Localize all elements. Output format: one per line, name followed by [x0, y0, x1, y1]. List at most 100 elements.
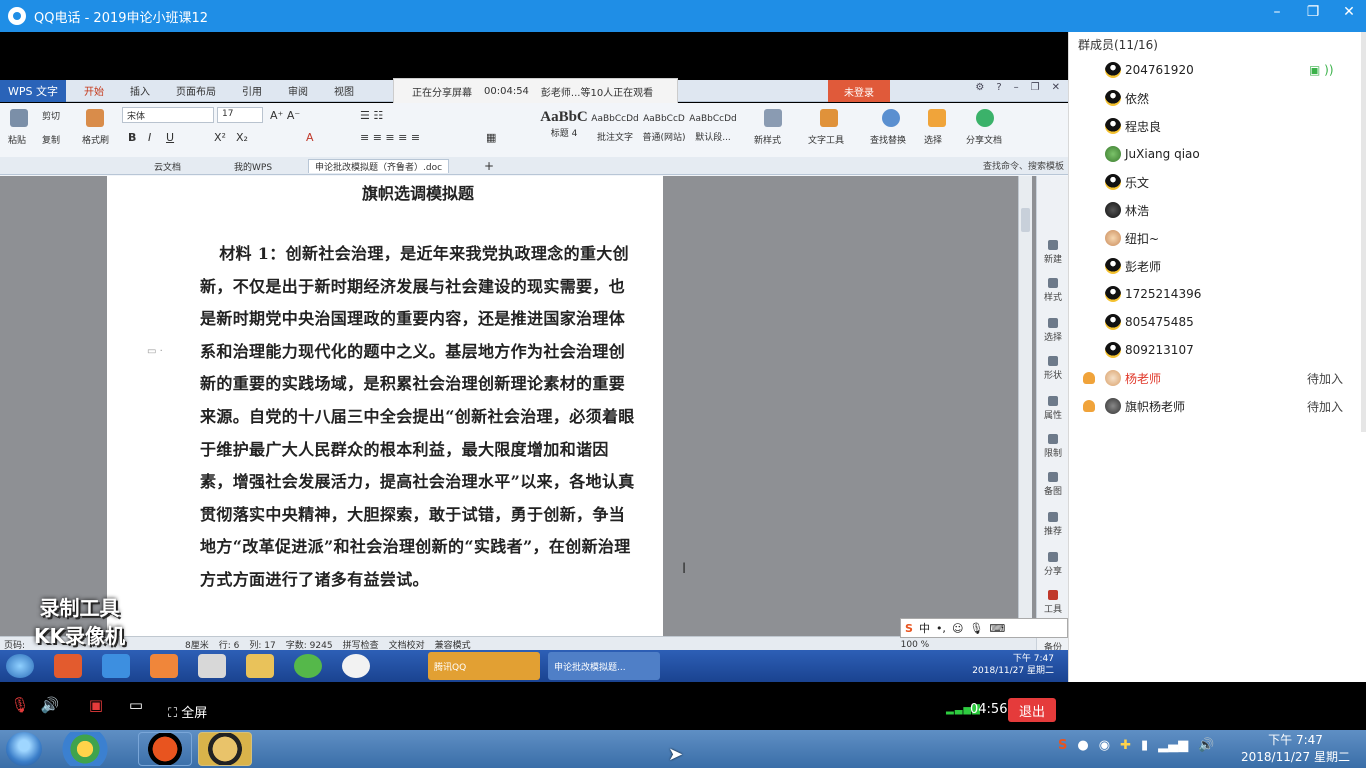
style-web[interactable]: AaBbCcD 普通(网站): [640, 109, 688, 149]
style-comment[interactable]: AaBbCcDd 批注文字: [590, 109, 640, 149]
share-doc-button[interactable]: 分享文档: [966, 133, 1002, 146]
style-heading4[interactable]: AaBbC 标题 4: [538, 109, 590, 149]
member-row[interactable]: 204761920 ▣ )): [1069, 56, 1366, 84]
cut-button[interactable]: 剪切: [42, 109, 60, 122]
taskbar-app-icon[interactable]: [58, 732, 112, 766]
tab-current-doc[interactable]: 申论批改模拟题（齐鲁者）.doc: [308, 159, 450, 173]
tray-app-icon[interactable]: ●: [1077, 738, 1088, 753]
taskbar-qq-call-icon[interactable]: [198, 732, 252, 766]
font-color-icon[interactable]: A: [306, 131, 314, 144]
member-row-waiting[interactable]: 杨老师 待加入: [1069, 364, 1366, 392]
sogou-tray-icon[interactable]: S: [1058, 738, 1067, 753]
bold-icon[interactable]: B: [128, 131, 136, 144]
member-row-waiting[interactable]: 旗帜杨老师 待加入: [1069, 392, 1366, 420]
subscript-icon[interactable]: X₂: [236, 131, 248, 144]
speaker-icon[interactable]: 🔊: [40, 696, 60, 716]
member-panel-scrollbar[interactable]: [1361, 32, 1366, 432]
tool-shape[interactable]: 形状: [1037, 356, 1068, 381]
status-zoom[interactable]: 100 %: [901, 640, 930, 650]
wps-close-icon[interactable]: ✕: [1052, 82, 1060, 93]
sogou-ime-icon[interactable]: S: [905, 622, 913, 635]
volume-tray-icon[interactable]: 🔊: [1198, 738, 1214, 753]
text-tools-icon[interactable]: [820, 109, 838, 127]
select-button[interactable]: 选择: [924, 133, 942, 146]
shading-icon[interactable]: ▦: [486, 131, 496, 144]
command-search[interactable]: 查找命令、搜索模板: [983, 159, 1064, 172]
list-icon[interactable]: ☰ ☷: [360, 109, 383, 122]
new-style-icon[interactable]: [764, 109, 782, 127]
text-tools-button[interactable]: 文字工具: [808, 133, 844, 146]
member-row[interactable]: 1725214396: [1069, 280, 1366, 308]
grow-font-icon[interactable]: A⁺ A⁻: [270, 109, 300, 122]
ime-punct-icon[interactable]: •,: [936, 622, 946, 635]
underline-icon[interactable]: U: [166, 131, 174, 144]
paste-icon[interactable]: [10, 109, 28, 127]
minimize-icon[interactable]: –: [1266, 4, 1288, 20]
qq-tray-icon[interactable]: ◉: [1099, 738, 1110, 753]
member-row[interactable]: 809213107: [1069, 336, 1366, 364]
tool-property[interactable]: 属性: [1037, 396, 1068, 421]
settings-icon[interactable]: ⚙: [975, 82, 984, 93]
font-name-select[interactable]: 宋体: [122, 107, 214, 123]
help-icon[interactable]: ?: [996, 82, 1001, 93]
document-page[interactable]: 旗帜选调模拟题 ▭ · 材料 1：创新社会治理，是近年来我党执政理念的重大创新，…: [107, 176, 663, 636]
superscript-icon[interactable]: X²: [214, 131, 226, 144]
tool-share[interactable]: 分享: [1037, 552, 1068, 577]
maximize-icon[interactable]: ❐: [1302, 4, 1324, 20]
menu-layout[interactable]: 页面布局: [176, 83, 216, 98]
share-doc-icon[interactable]: [976, 109, 994, 127]
camera-off-icon[interactable]: ▣: [86, 696, 106, 716]
member-row[interactable]: JuXiang qiao: [1069, 140, 1366, 168]
tool-recommend[interactable]: 推荐: [1037, 512, 1068, 537]
member-row[interactable]: 乐文: [1069, 168, 1366, 196]
fullscreen-button[interactable]: ⛶ 全屏: [168, 702, 207, 721]
find-replace-icon[interactable]: [882, 109, 900, 127]
select-icon[interactable]: [928, 109, 946, 127]
network-tray-icon[interactable]: ▂▄▆: [1158, 738, 1188, 753]
menu-home[interactable]: 开始: [84, 83, 104, 98]
ime-keyboard-icon[interactable]: ⌨: [989, 622, 1005, 635]
ime-language[interactable]: 中: [919, 620, 930, 636]
tool-restrict[interactable]: 限制: [1037, 434, 1068, 459]
wps-app-button[interactable]: WPS 文字: [0, 79, 66, 102]
new-tab-icon[interactable]: +: [478, 159, 500, 173]
member-row[interactable]: 805475485: [1069, 308, 1366, 336]
wps-restore-icon[interactable]: ❐: [1031, 82, 1040, 93]
member-row[interactable]: 林浩: [1069, 196, 1366, 224]
mic-muted-icon[interactable]: 🎙: [10, 696, 30, 716]
tab-my-wps[interactable]: 我的WPS: [228, 159, 278, 173]
align-icons[interactable]: ≡ ≡ ≡ ≡ ≡: [360, 131, 420, 144]
screen-share-icon[interactable]: ▭: [126, 696, 146, 716]
member-row[interactable]: 彭老师: [1069, 252, 1366, 280]
new-style-button[interactable]: 新样式: [754, 133, 781, 146]
member-row[interactable]: 纽扣~: [1069, 224, 1366, 252]
taskbar-clock[interactable]: 下午 7:47 2018/11/27 星期二: [1241, 732, 1350, 766]
tool-select[interactable]: 选择: [1037, 318, 1068, 343]
start-button-icon[interactable]: [6, 732, 42, 766]
member-row[interactable]: 依然: [1069, 84, 1366, 112]
menu-review[interactable]: 审阅: [288, 83, 308, 98]
taskbar-recorder-icon[interactable]: [138, 732, 192, 766]
find-replace-button[interactable]: 查找替换: [870, 133, 906, 146]
style-default[interactable]: AaBbCcDd 默认段...: [688, 109, 738, 149]
paste-button[interactable]: 粘贴: [8, 133, 26, 146]
menu-view[interactable]: 视图: [334, 83, 354, 98]
document-scrollbar[interactable]: [1018, 176, 1032, 636]
tab-cloud-docs[interactable]: 云文档: [148, 159, 187, 173]
usb-tray-icon[interactable]: ▮: [1141, 738, 1148, 753]
exit-button[interactable]: 退出: [1008, 698, 1056, 722]
wps-minimize-icon[interactable]: –: [1014, 82, 1019, 93]
ime-mic-icon[interactable]: 🎙: [969, 622, 983, 635]
login-button[interactable]: 未登录: [828, 80, 890, 102]
tool-image[interactable]: 备图: [1037, 472, 1068, 497]
close-icon[interactable]: ✕: [1338, 4, 1360, 20]
copy-button[interactable]: 复制: [42, 133, 60, 146]
font-size-select[interactable]: 17: [217, 107, 263, 123]
tool-style[interactable]: 样式: [1037, 278, 1068, 303]
member-row[interactable]: 程忠良: [1069, 112, 1366, 140]
scrollbar-thumb[interactable]: [1021, 208, 1030, 232]
format-painter-button[interactable]: 格式刷: [82, 133, 109, 146]
italic-icon[interactable]: I: [148, 131, 151, 144]
tool-tools[interactable]: 工具: [1037, 590, 1068, 615]
tray-plus-icon[interactable]: ✚: [1120, 738, 1131, 753]
